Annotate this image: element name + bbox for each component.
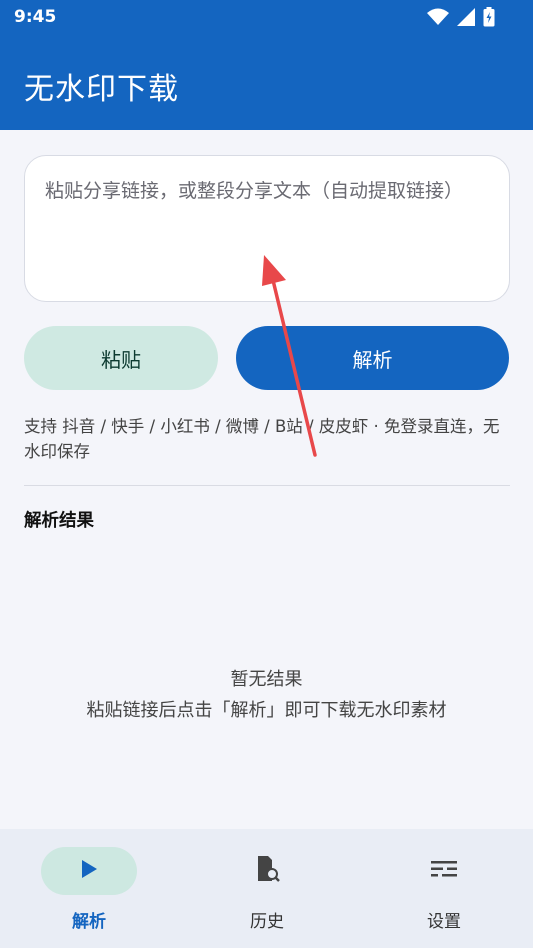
status-time: 9:45 [14, 7, 57, 27]
share-link-input[interactable] [45, 178, 489, 279]
signal-icon [457, 8, 475, 30]
bottom-navigation: 解析 历史 设置 [0, 829, 533, 948]
annotation-arrow-icon [262, 255, 317, 457]
play-icon [80, 859, 98, 883]
paste-button[interactable]: 粘贴 [24, 326, 218, 390]
results-title: 解析结果 [24, 511, 94, 531]
app-header: 9:45 无水印下载 [0, 0, 533, 130]
nav-pill [396, 847, 492, 895]
empty-state: 暂无结果 粘贴链接后点击「解析」即可下载无水印素材 [0, 664, 533, 726]
history-icon [254, 854, 280, 888]
share-link-input-box[interactable] [24, 155, 510, 302]
battery-icon [483, 7, 495, 31]
empty-title: 暂无结果 [230, 669, 303, 690]
app-title: 无水印下载 [24, 72, 179, 107]
nav-item-history[interactable]: 历史 [178, 829, 356, 948]
nav-label-history: 历史 [250, 912, 284, 932]
nav-label-parse: 解析 [72, 912, 106, 932]
nav-item-parse[interactable]: 解析 [0, 829, 178, 948]
wifi-icon [427, 8, 449, 30]
nav-label-settings: 设置 [427, 912, 461, 932]
divider [24, 485, 510, 486]
supported-platforms-text: 支持 抖音 / 快手 / 小红书 / 微博 / B站 / 皮皮虾 · 免登录直连… [24, 417, 500, 461]
nav-item-settings[interactable]: 设置 [355, 829, 533, 948]
nav-pill [41, 847, 137, 895]
empty-hint: 粘贴链接后点击「解析」即可下载无水印素材 [86, 700, 447, 721]
parse-button[interactable]: 解析 [236, 326, 509, 390]
status-icons [427, 7, 495, 31]
nav-pill [219, 847, 315, 895]
settings-icon [431, 860, 457, 882]
